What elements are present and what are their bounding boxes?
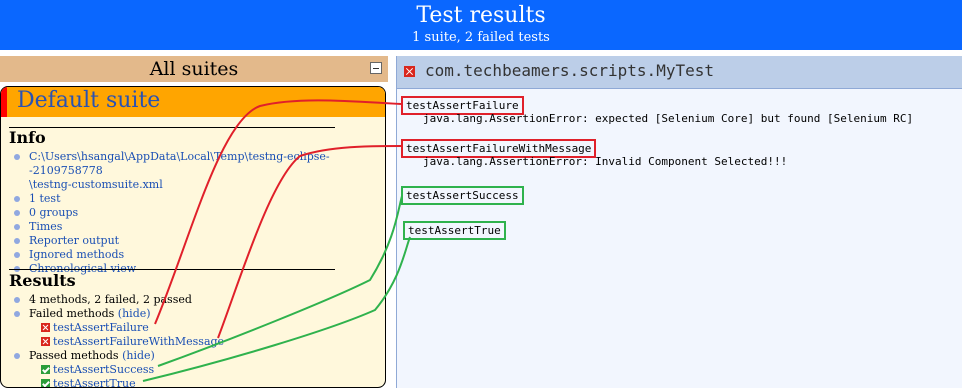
- failed-method-item[interactable]: testAssertFailureWithMessage: [29, 335, 224, 349]
- fail-icon: [41, 323, 50, 332]
- failed-method-item[interactable]: testAssertFailure: [29, 321, 224, 335]
- results-list: 4 methods, 2 failed, 2 passed Failed met…: [14, 293, 224, 387]
- info-item-ignored-methods[interactable]: Ignored methods: [14, 248, 385, 262]
- info-item-path[interactable]: C:\Users\hsangal\AppData\Local\Temp\test…: [14, 150, 385, 178]
- info-list: C:\Users\hsangal\AppData\Local\Temp\test…: [14, 150, 385, 276]
- all-suites-label: All suites: [149, 58, 239, 80]
- passed-method-item[interactable]: testAssertSuccess: [29, 363, 224, 377]
- info-divider: [9, 127, 335, 128]
- info-item-times[interactable]: Times: [14, 220, 385, 234]
- suite-title-bar: Default suite: [1, 87, 385, 117]
- info-item-path-cont[interactable]: \testng-customsuite.xml: [29, 178, 385, 192]
- passed-methods-label: Passed methods: [29, 349, 119, 362]
- bullet-icon: [14, 196, 20, 202]
- page-subtitle: 1 suite, 2 failed tests: [412, 30, 550, 45]
- passed-hide-link[interactable]: (hide): [122, 349, 155, 362]
- bullet-icon: [14, 210, 20, 216]
- info-item-reporter-output[interactable]: Reporter output: [14, 234, 385, 248]
- results-title: Results: [9, 271, 76, 290]
- results-summary: 4 methods, 2 failed, 2 passed: [14, 293, 224, 307]
- bullet-icon: [14, 297, 20, 303]
- class-header: com.techbeamers.scripts.MyTest: [397, 56, 962, 89]
- suite-box: Default suite Info C:\Users\hsangal\AppD…: [0, 86, 386, 388]
- suite-fail-indicator: [1, 87, 7, 117]
- failed-hide-link[interactable]: (hide): [118, 307, 151, 320]
- test-name-success[interactable]: testAssertSuccess: [401, 186, 524, 205]
- info-item-groups[interactable]: 0 groups: [14, 206, 385, 220]
- pass-icon: [41, 365, 50, 374]
- bullet-icon: [14, 311, 20, 317]
- page-title: Test results: [416, 3, 546, 28]
- suites-panel: All suites Default suite Info C:\Users\h…: [0, 56, 388, 388]
- test-name-true[interactable]: testAssertTrue: [403, 221, 506, 240]
- bullet-icon: [14, 353, 20, 359]
- bullet-icon: [14, 224, 20, 230]
- passed-methods-row: Passed methods (hide): [14, 349, 224, 363]
- class-name: com.techbeamers.scripts.MyTest: [425, 61, 714, 80]
- failed-methods-label: Failed methods: [29, 307, 115, 320]
- bullet-icon: [14, 252, 20, 258]
- pass-icon: [41, 379, 50, 387]
- collapse-icon[interactable]: [370, 62, 382, 74]
- test-message: java.lang.AssertionError: expected [Sele…: [423, 112, 914, 125]
- results-divider: [9, 269, 335, 270]
- info-title: Info: [9, 128, 46, 147]
- fail-icon: [404, 66, 415, 77]
- bullet-icon: [14, 238, 20, 244]
- passed-method-item[interactable]: testAssertTrue: [29, 377, 224, 387]
- all-suites-bar: All suites: [0, 56, 388, 82]
- test-message: java.lang.AssertionError: Invalid Compon…: [423, 155, 788, 168]
- info-item-tests[interactable]: 1 test: [14, 192, 385, 206]
- failed-methods-row: Failed methods (hide): [14, 307, 224, 321]
- class-results-panel: com.techbeamers.scripts.MyTest testAsser…: [396, 56, 962, 388]
- bullet-icon: [14, 154, 20, 160]
- fail-icon: [41, 337, 50, 346]
- report-header: Test results 1 suite, 2 failed tests: [0, 0, 962, 50]
- suite-name[interactable]: Default suite: [17, 88, 160, 113]
